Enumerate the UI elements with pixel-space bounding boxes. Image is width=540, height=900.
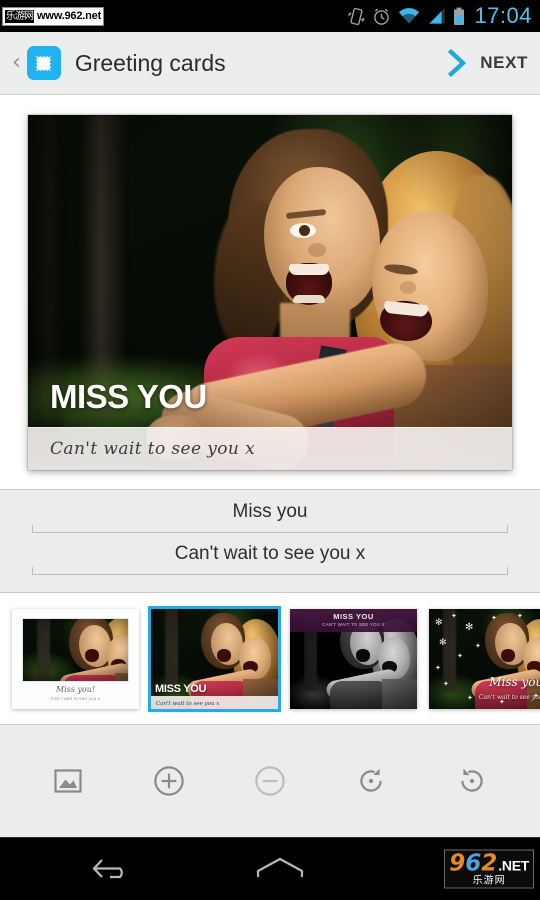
- headline-underline: [32, 525, 508, 533]
- card-photo: [28, 114, 512, 470]
- rotate-ccw-icon: [460, 768, 483, 792]
- card-caption-band: Can't wait to see you x: [28, 426, 512, 470]
- watermark-logo: 9 6 2 .NET: [449, 850, 529, 877]
- thumbnail-headline: MISS YOU: [155, 682, 207, 695]
- gallery-button[interactable]: [44, 757, 92, 805]
- thumbnail-item-selected[interactable]: MISS YOU Can't wait to see you x: [148, 605, 281, 712]
- app-root: 乐游网 www.962.net 17:04 ‹ Greeting cards N…: [0, 0, 540, 900]
- app-header: ‹ Greeting cards NEXT: [0, 32, 540, 95]
- card-preview-area: MISS YOU Can't wait to see you x: [0, 95, 540, 489]
- photo-person-a-eye: [290, 222, 316, 238]
- rotate-cw-icon: [360, 768, 382, 792]
- thumbnail-subline: Can't wait to see you x: [478, 693, 540, 701]
- android-nav-bar: 9 6 2 .NET 乐游网: [0, 837, 540, 900]
- watermark-cn-text: 乐游网: [472, 875, 506, 887]
- thumbnail-item[interactable]: ✻ ✦ ✻ ✻ ✦ ✦ ✦ ✦ ✦ ✦ ✦ ✦ ✦ ✦ Miss you! Ca…: [429, 608, 540, 709]
- rotate-cw-button[interactable]: [347, 757, 395, 805]
- stamp-icon: [35, 54, 53, 72]
- nav-home-button[interactable]: [220, 853, 340, 885]
- photo-person-b-nose: [400, 280, 416, 294]
- photo-person-b-face: [372, 210, 488, 361]
- watermark-digit-2: 2: [481, 850, 498, 877]
- zoom-out-button[interactable]: [246, 757, 294, 805]
- watermark-bottom-right: 9 6 2 .NET 乐游网: [444, 849, 534, 889]
- chevron-right-icon: [448, 48, 467, 78]
- template-thumbnail-strip[interactable]: Miss you! Can't wait to see you x MISS Y…: [0, 593, 540, 725]
- message-input[interactable]: [32, 541, 508, 565]
- nav-back-icon: [92, 859, 123, 879]
- headline-input[interactable]: [32, 499, 508, 523]
- zoom-in-icon: [154, 766, 184, 796]
- thumbnail-headline: MISS YOU: [333, 611, 374, 621]
- watermark-cn-text: 乐游网: [5, 9, 34, 23]
- editor-toolbar: [0, 725, 540, 837]
- back-chevron-icon[interactable]: ‹: [12, 52, 21, 74]
- watermark-digit-6: 6: [465, 850, 482, 877]
- zoom-in-button[interactable]: [145, 757, 193, 805]
- vibrate-icon: [348, 7, 366, 25]
- photo-person-a-teeth: [289, 263, 329, 275]
- text-fields-panel: [0, 489, 540, 593]
- message-underline: [32, 567, 508, 575]
- headline-field[interactable]: [32, 499, 508, 541]
- nav-back-button[interactable]: [52, 854, 172, 884]
- zoom-out-icon: [255, 766, 285, 796]
- status-icons: 17:04: [348, 3, 540, 29]
- thumbnail-item[interactable]: MISS YOU CAN'T WAIT TO SEE YOU X: [290, 608, 417, 709]
- nav-home-icon: [256, 857, 304, 877]
- thumbnail-subline: CAN'T WAIT TO SEE YOU X: [322, 621, 385, 627]
- page-title: Greeting cards: [74, 49, 226, 76]
- next-button[interactable]: NEXT: [445, 48, 528, 78]
- photo-person-a-nose: [308, 242, 326, 257]
- wifi-icon: [399, 8, 420, 24]
- watermark-top-left: 乐游网 www.962.net: [2, 6, 105, 26]
- watermark-url-text: www.962.net: [37, 10, 102, 22]
- thumbnail-subline: Can't wait to see you x: [156, 700, 220, 707]
- signal-icon: [428, 8, 446, 24]
- thumbnail-subline: Can't wait to see you x: [50, 695, 101, 701]
- alarm-icon: [374, 8, 390, 25]
- watermark-digit-9: 9: [449, 850, 466, 877]
- rotate-ccw-button[interactable]: [448, 757, 496, 805]
- gallery-icon: [54, 769, 82, 793]
- app-icon[interactable]: [26, 46, 61, 80]
- message-field[interactable]: [32, 541, 508, 583]
- card-headline: MISS YOU: [50, 377, 207, 415]
- card-subline: Can't wait to see you x: [50, 438, 256, 459]
- status-clock: 17:04: [474, 3, 532, 28]
- photo-person-a-teeth-lower: [293, 294, 325, 303]
- greeting-card-preview[interactable]: MISS YOU Can't wait to see you x: [28, 114, 512, 470]
- watermark-net-text: .NET: [498, 857, 529, 874]
- thumbnail-photo: [22, 617, 129, 682]
- thumbnail-headline: Miss you!: [489, 674, 540, 689]
- thumbnail-item[interactable]: Miss you! Can't wait to see you x: [12, 608, 139, 709]
- battery-icon: [454, 7, 465, 25]
- status-bar: 乐游网 www.962.net 17:04: [0, 0, 540, 32]
- thumbnail-headline: Miss you!: [55, 684, 96, 694]
- next-label: NEXT: [480, 53, 528, 72]
